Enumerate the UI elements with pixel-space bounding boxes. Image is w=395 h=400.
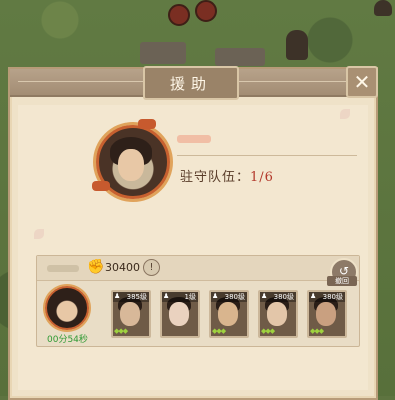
hero-portrait[interactable] <box>92 119 170 199</box>
map-building <box>140 42 186 64</box>
decorative-petal <box>340 109 350 119</box>
divider <box>177 155 357 156</box>
level-icon: ♟ <box>163 292 170 300</box>
portrait-ornament <box>138 119 156 129</box>
level-icon: ♟ <box>310 292 317 300</box>
member-face <box>218 302 238 326</box>
hero-face <box>118 149 144 181</box>
member-card[interactable]: 385级 ♟ ◆◆◆ <box>111 290 151 338</box>
team-leader-avatar[interactable] <box>43 286 89 330</box>
leader-timer: 00分54秒 <box>47 335 88 345</box>
close-icon: ✕ <box>353 70 371 94</box>
member-stars: ◆◆◆ <box>212 327 226 335</box>
member-card[interactable]: 380级 ♟ ◆◆◆ <box>307 290 347 338</box>
close-button[interactable]: ✕ <box>346 66 378 98</box>
team-member-cards: 385级 ♟ ◆◆◆ 1级 ♟ 380级 ♟ ◆◆◆ 380级 ♟ ◆◆◆ 38… <box>111 290 357 338</box>
portrait-ornament <box>92 181 110 191</box>
member-stars: ◆◆◆ <box>261 327 275 335</box>
dialog-content <box>18 105 368 390</box>
map-building <box>215 48 265 66</box>
dialog-title-bar: 援助 ✕ <box>10 66 378 100</box>
leader-name-redacted <box>47 265 79 272</box>
hero-name-redacted <box>177 135 211 143</box>
level-icon: ♟ <box>114 292 121 300</box>
garrison-count: 1/6 <box>250 170 274 185</box>
member-face <box>169 302 189 326</box>
member-face <box>120 302 140 326</box>
power-fist-icon: ✊ <box>87 259 105 275</box>
team-power: 30400 <box>105 261 140 274</box>
member-card[interactable]: 380级 ♟ ◆◆◆ <box>258 290 298 338</box>
dialog-title: 援助 <box>143 66 239 100</box>
level-icon: ♟ <box>261 292 268 300</box>
member-face <box>316 302 336 326</box>
member-face <box>267 302 287 326</box>
map-character <box>374 0 392 16</box>
assist-dialog: 援助 ✕ 驻守队伍：1/6 ✊ 30400 ! ↺ 撤回 00分54秒 385级… <box>8 66 378 400</box>
level-icon: ♟ <box>212 292 219 300</box>
member-stars: ◆◆◆ <box>114 327 128 335</box>
map-character <box>286 30 308 60</box>
recall-label: 撤回 <box>327 276 357 286</box>
member-stars: ◆◆◆ <box>310 327 324 335</box>
map-barrel <box>195 0 217 22</box>
decorative-petal <box>34 229 44 239</box>
info-icon[interactable]: ! <box>143 259 160 276</box>
map-barrel <box>168 4 190 26</box>
member-card[interactable]: 1级 ♟ <box>160 290 200 338</box>
team-panel: ✊ 30400 ! ↺ 撤回 00分54秒 385级 ♟ ◆◆◆ 1级 ♟ 38… <box>36 255 360 347</box>
garrison-info: 驻守队伍：1/6 <box>180 166 274 185</box>
garrison-label: 驻守队伍： <box>180 170 251 185</box>
team-header: ✊ 30400 ! <box>37 256 359 281</box>
leader-portrait <box>45 286 89 330</box>
member-card[interactable]: 380级 ♟ ◆◆◆ <box>209 290 249 338</box>
